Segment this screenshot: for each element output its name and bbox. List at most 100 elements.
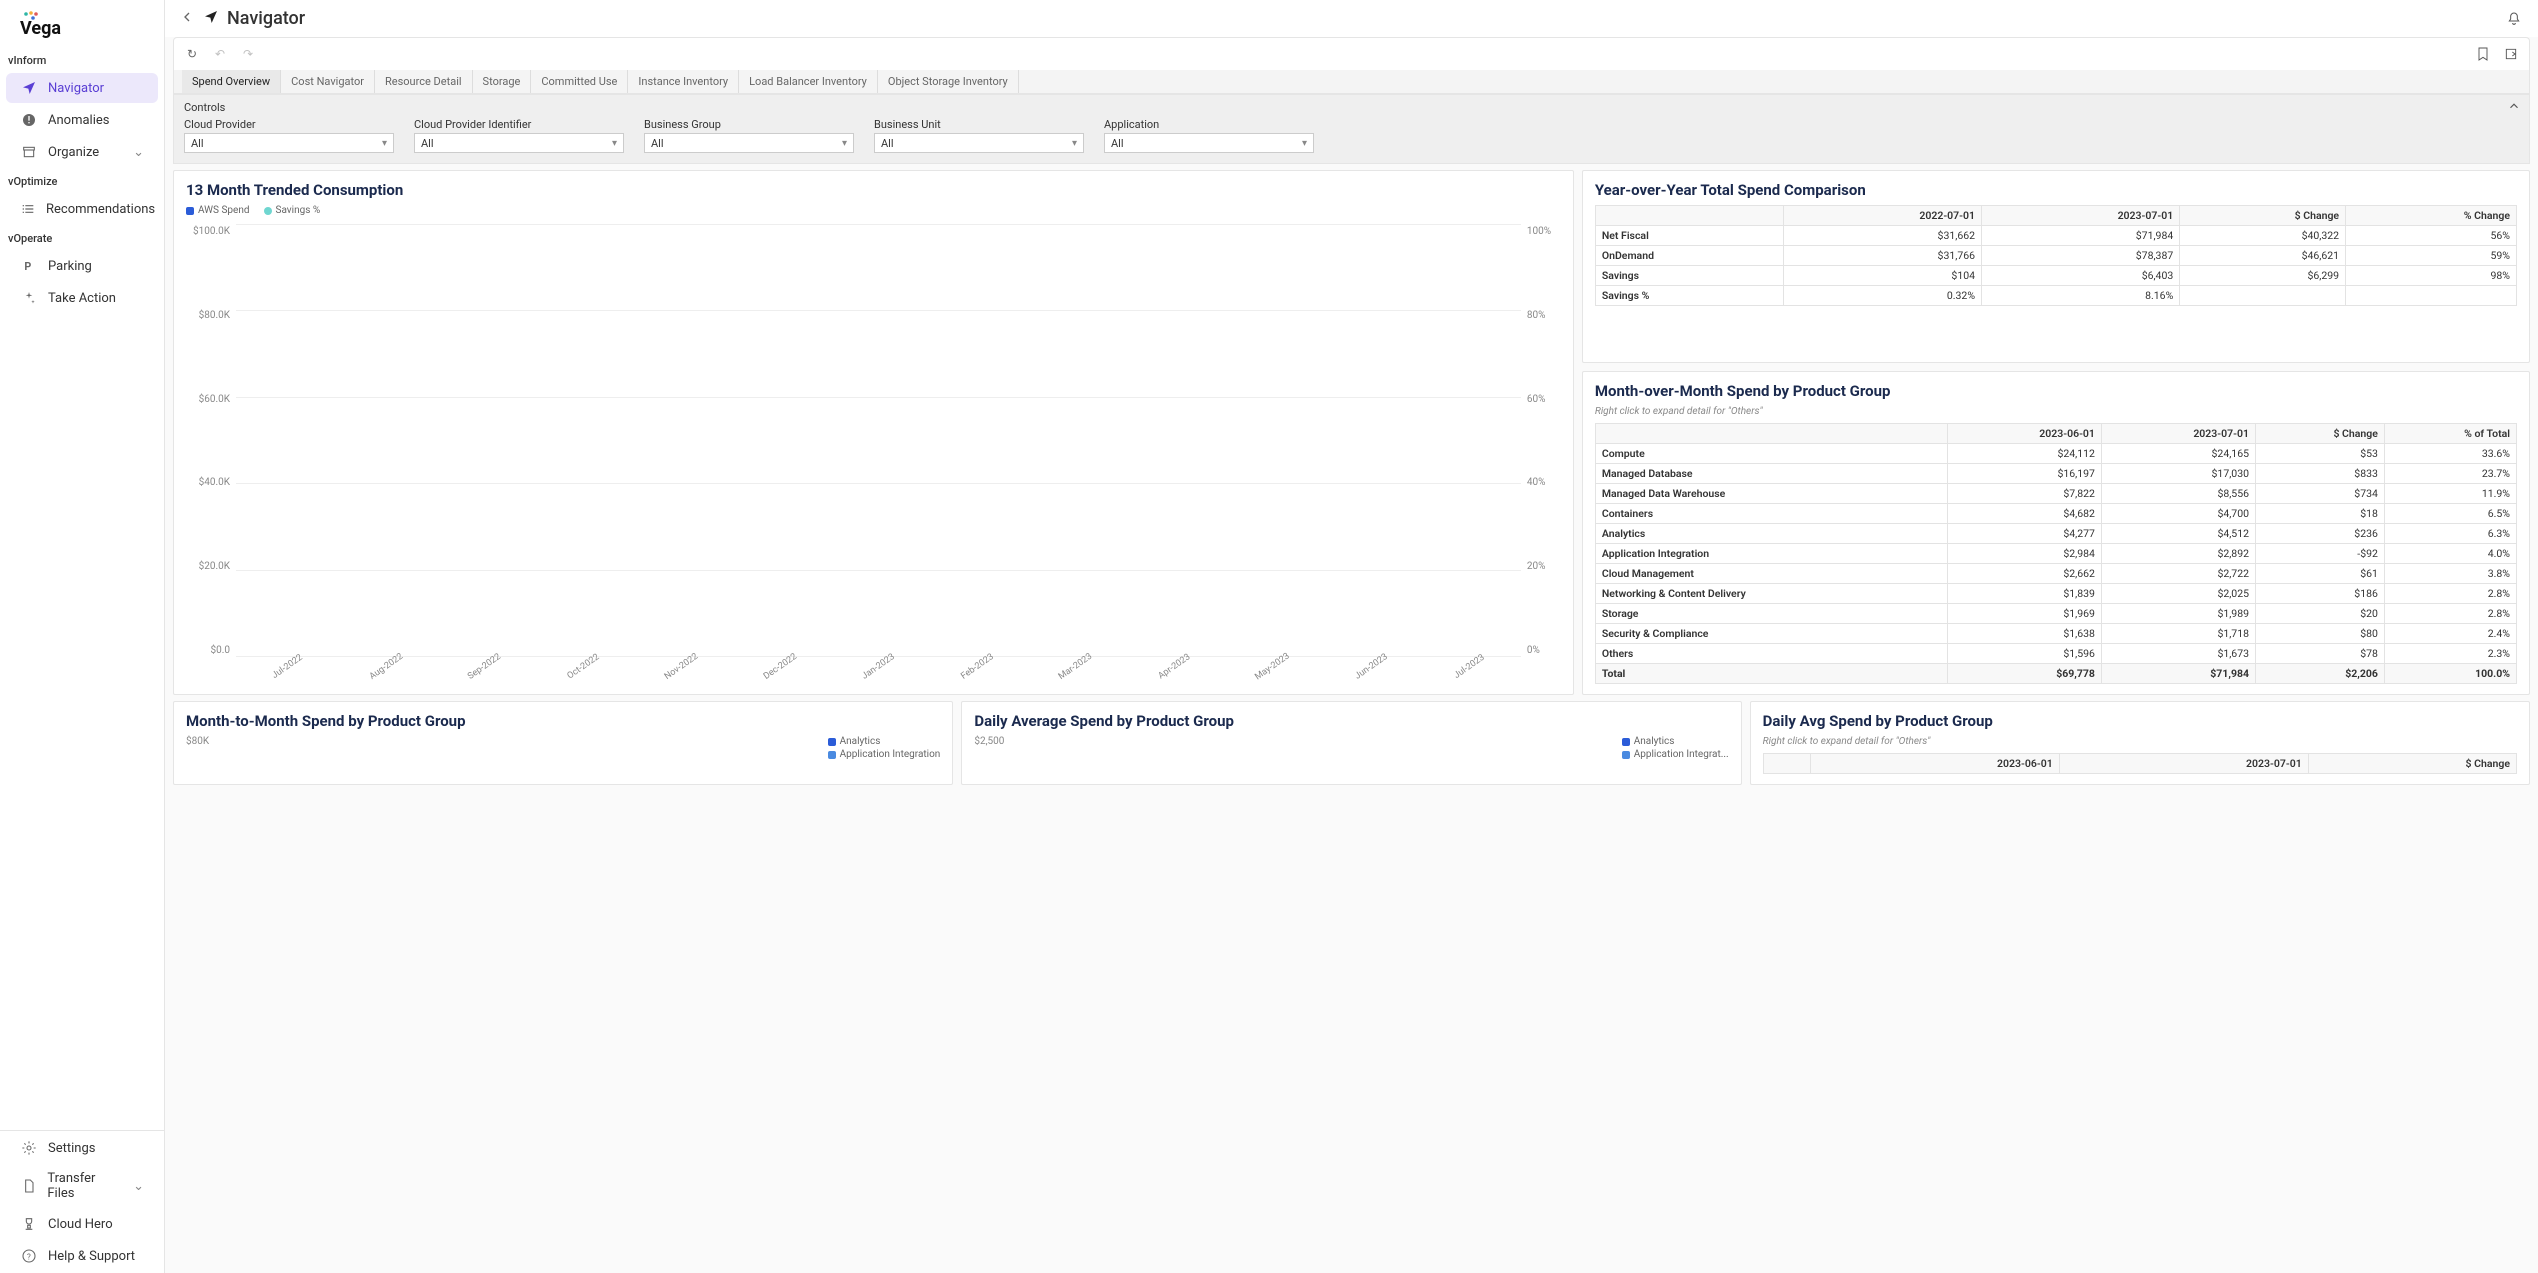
bar-chart: $100.0K$80.0K$60.0K$40.0K$20.0K$0.0 $31.… [186,224,1561,684]
table-row[interactable]: Compute$24,112$24,165$5333.6% [1595,444,2516,464]
card-daily-avg-product-group: Daily Average Spend by Product Group $2,… [961,701,1741,785]
table-row[interactable]: Net Fiscal$31,662$71,984$40,32256% [1595,226,2516,246]
tab-storage[interactable]: Storage [473,70,532,93]
collapse-controls-button[interactable] [2507,99,2521,116]
table-row[interactable]: Savings %0.32%8.16% [1595,286,2516,306]
table-row[interactable]: Analytics$4,277$4,512$2366.3% [1595,524,2516,544]
table-row[interactable]: Cloud Management$2,662$2,722$613.8% [1595,564,2516,584]
sidebar-item-label: Help & Support [48,1249,135,1264]
refresh-icon[interactable]: ↻ [182,44,202,64]
chart-legend: AWS Spend Savings % [186,205,1561,216]
legend: Analytics Application Integrat... [1622,736,1729,760]
tab-instance-inventory[interactable]: Instance Inventory [628,70,739,93]
tab-cost-navigator[interactable]: Cost Navigator [281,70,375,93]
chevron-down-icon: ▾ [1302,138,1307,149]
chevron-down-icon: ⌄ [133,1179,144,1194]
gear-icon [20,1139,38,1157]
sparkle-icon [20,289,38,307]
sidebar-item-anomalies[interactable]: Anomalies [6,105,158,135]
nav-section-label: vOptimize [0,169,164,192]
table-row[interactable]: Application Integration$2,984$2,892-$924… [1595,544,2516,564]
archive-icon [20,143,38,161]
card-mom-product-group: Month-over-Month Spend by Product Group … [1582,371,2530,695]
table-row[interactable]: Networking & Content Delivery$1,839$2,02… [1595,584,2516,604]
chevron-down-icon: ▾ [382,138,387,149]
card-subtitle: Right click to expand detail for "Others… [1763,736,2517,747]
legend: Analytics Application Integration [828,736,941,760]
card-m2m-product-group: Month-to-Month Spend by Product Group $8… [173,701,953,785]
sidebar-item-label: Anomalies [48,113,109,128]
sidebar-item-label: Take Action [48,291,116,306]
card-title: Year-over-Year Total Spend Comparison [1595,181,2517,199]
alert-icon [20,111,38,129]
svg-text:?: ? [27,1252,31,1261]
sidebar-item-help[interactable]: ? Help & Support [6,1241,158,1271]
bookmark-icon[interactable] [2473,44,2493,64]
dropdown-value: All [881,137,894,150]
table-row[interactable]: Managed Database$16,197$17,030$83323.7% [1595,464,2516,484]
sidebar-item-navigator[interactable]: Navigator [6,73,158,103]
filter-business-group[interactable]: All▾ [644,133,854,153]
chevron-down-icon: ▾ [842,138,847,149]
table-row[interactable]: Savings$104$6,403$6,29998% [1595,266,2516,286]
card-title: Daily Avg Spend by Product Group [1763,712,2517,730]
sidebar-item-label: Recommendations [46,202,155,217]
collapse-sidebar-button[interactable] [179,9,195,28]
sidebar-item-transfer[interactable]: Transfer Files⌄ [6,1165,158,1207]
table-row[interactable]: Managed Data Warehouse$7,822$8,556$73411… [1595,484,2516,504]
filter-label: Cloud Provider [184,118,394,131]
file-icon [20,1177,37,1195]
card-13-month-trend: 13 Month Trended Consumption AWS Spend S… [173,170,1574,695]
main: Navigator ↻ ↶ ↷ Spend OverviewCost Navig… [165,0,2538,1273]
sidebar-item-organize[interactable]: Organize⌄ [6,137,158,167]
svg-text:P: P [24,260,31,273]
controls-label: Controls [184,101,2519,114]
tabs: Spend OverviewCost NavigatorResource Det… [173,70,2530,94]
card-title: Month-to-Month Spend by Product Group [186,712,940,730]
table-row[interactable]: Security & Compliance$1,638$1,718$802.4% [1595,624,2516,644]
y-axis-max: $80K [186,736,209,747]
page-title: Navigator [227,8,305,29]
table-row[interactable]: Storage$1,969$1,989$202.8% [1595,604,2516,624]
trophy-icon [20,1215,38,1233]
sidebar-item-recommendations[interactable]: Recommendations [6,194,158,224]
filter-business-unit[interactable]: All ▾ [874,133,1084,153]
dropdown-value: All [421,137,434,150]
table-row[interactable]: OnDemand$31,766$78,387$46,62159% [1595,246,2516,266]
filter-cloud-provider[interactable]: All▾ [184,133,394,153]
controls-panel: Controls Cloud Provider All ▾ Cloud Provide… [173,94,2530,164]
sidebar-item-cloud-hero[interactable]: Cloud Hero [6,1209,158,1239]
card-title: Month-over-Month Spend by Product Group [1595,382,2517,400]
daily-avg-pg-table: 2023-06-012023-07-01$ Change [1763,753,2517,774]
chevron-down-icon: ▾ [612,138,617,149]
nav-section-label: vOperate [0,226,164,249]
sidebar-item-settings[interactable]: Settings [6,1133,158,1163]
undo-icon[interactable]: ↶ [210,44,230,64]
filter-label: Cloud Provider Identifier [414,118,624,131]
table-row[interactable]: Containers$4,682$4,700$186.5% [1595,504,2516,524]
tab-object-storage-inventory[interactable]: Object Storage Inventory [878,70,1019,93]
sidebar-item-parking[interactable]: PParking [6,251,158,281]
redo-icon[interactable]: ↷ [238,44,258,64]
export-icon[interactable] [2501,44,2521,64]
tab-committed-use[interactable]: Committed Use [531,70,628,93]
svg-text:Vega: Vega [20,18,61,38]
tab-spend-overview[interactable]: Spend Overview [182,70,281,93]
filter-label: Business Unit [874,118,1084,131]
filter-label: Application [1104,118,1314,131]
logo: Vega [0,0,164,48]
dropdown-value: All [1111,137,1124,150]
mom-table: 2023-06-012023-07-01$ Change% of TotalCo… [1595,423,2517,684]
tab-load-balancer-inventory[interactable]: Load Balancer Inventory [739,70,878,93]
topbar: Navigator [165,0,2538,37]
filter-cloud-provider-identifier[interactable]: All ▾ [414,133,624,153]
tab-resource-detail[interactable]: Resource Detail [375,70,473,93]
table-row[interactable]: Others$1,596$1,673$782.3% [1595,644,2516,664]
parking-icon: P [20,257,38,275]
chevron-down-icon: ▾ [1072,138,1077,149]
sidebar-item-take-action[interactable]: Take Action [6,283,158,313]
bell-icon[interactable] [2504,9,2524,29]
table-row-total: Total$69,778$71,984$2,206100.0% [1595,664,2516,684]
sidebar-item-label: Organize [48,145,99,160]
filter-application[interactable]: All ▾ [1104,133,1314,153]
